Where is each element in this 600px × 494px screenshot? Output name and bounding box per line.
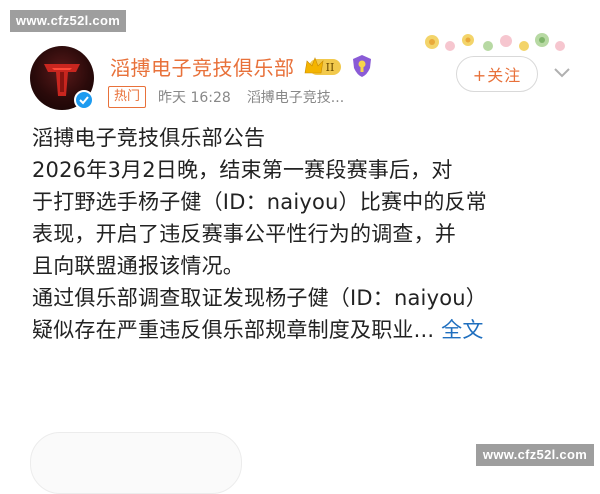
shield-badge-icon[interactable]	[351, 54, 373, 78]
watermark-top: www.cfz52l.com	[10, 10, 126, 32]
post-text-line: 于打野选手杨子健（ID：naiyou）比赛中的反常	[32, 190, 487, 214]
post-text-truncated: 疑似存在严重违反俱乐部规章制度及职业...	[32, 318, 435, 342]
post-text-line: 2026年3月2日晚，结束第一赛段赛事后，对	[32, 158, 453, 182]
post-content: 滔搏电子竞技俱乐部公告 2026年3月2日晚，结束第一赛段赛事后，对 于打野选手…	[32, 122, 572, 346]
chevron-down-icon[interactable]	[552, 62, 572, 82]
crown-level-badge-icon[interactable]: II	[303, 55, 343, 77]
post-meta: 热门 昨天 16:28 滔搏电子竞技...	[108, 86, 344, 108]
post-action-pill[interactable]	[30, 432, 242, 494]
post-text-line: 通过俱乐部调查取证发现杨子健（ID：naiyou）	[32, 286, 487, 310]
verified-check-icon	[74, 90, 94, 110]
post-source: 滔搏电子竞技...	[246, 90, 345, 106]
account-name[interactable]: 滔搏电子竞技俱乐部	[110, 52, 295, 81]
hot-tag: 热门	[108, 86, 147, 108]
post-text-line: 疑似存在严重违反俱乐部规章制度及职业... 全文	[32, 314, 572, 346]
account-name-row: 滔搏电子竞技俱乐部 II	[110, 52, 373, 80]
expand-full-text-link[interactable]: 全文	[441, 318, 483, 342]
post-title: 滔搏电子竞技俱乐部公告	[32, 126, 266, 150]
follow-button[interactable]: +关注	[456, 56, 538, 92]
post-text-line: 表现，开启了违反赛事公平性行为的调查，并	[32, 222, 456, 246]
weibo-post-card: 滔搏电子竞技俱乐部 II 热门 昨天 16:28 滔搏电子竞技... +关注 滔…	[0, 0, 600, 494]
level-badge-text: II	[325, 61, 334, 74]
watermark-bottom: www.cfz52l.com	[476, 444, 594, 466]
account-avatar[interactable]	[30, 46, 94, 110]
post-time: 昨天 16:28	[158, 90, 231, 106]
post-text-line: 且向联盟通报该情况。	[32, 254, 244, 278]
